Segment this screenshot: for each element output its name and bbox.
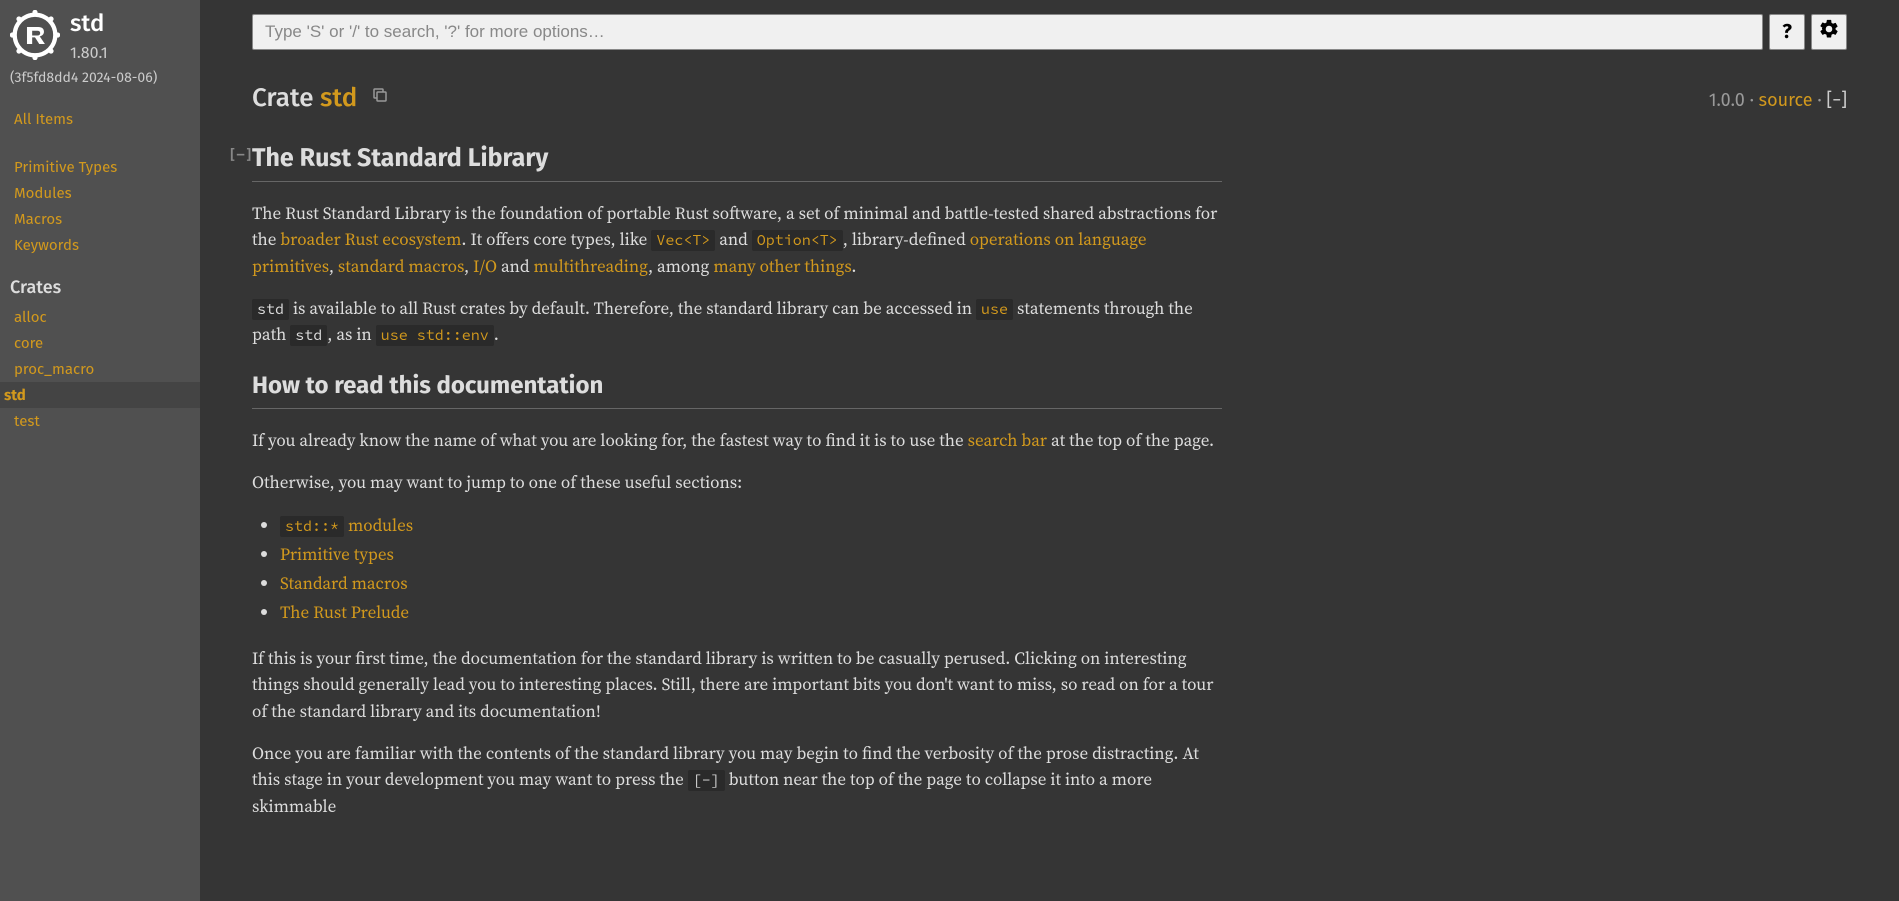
section-title-howto: How to read this documentation — [252, 372, 1222, 409]
link-rust-prelude[interactable]: The Rust Prelude — [280, 600, 409, 624]
page-title-keyword: Crate — [252, 82, 314, 113]
howto-paragraph-2: Otherwise, you may want to jump to one o… — [252, 469, 1222, 495]
link-std-macros[interactable]: Standard macros — [280, 571, 408, 595]
sidebar-crate-std[interactable]: std — [0, 382, 200, 408]
main-content: ? Crate std 1.0.0 · source · [−] — [200, 0, 1899, 901]
link-primitive-types[interactable]: Primitive types — [280, 542, 394, 566]
page-heading-row: Crate std 1.0.0 · source · [−] — [252, 82, 1847, 113]
code-std-path: std — [290, 325, 327, 346]
code-vec[interactable]: Vec<T> — [651, 230, 715, 251]
code-option[interactable]: Option<T> — [752, 230, 843, 251]
copy-path-icon[interactable] — [371, 86, 389, 109]
logo-block: std 1.80.1 — [10, 10, 190, 65]
link-io[interactable]: I/O — [473, 254, 497, 278]
code-std-star[interactable]: std::* — [280, 516, 344, 537]
list-item: The Rust Prelude — [280, 598, 1222, 627]
collapse-toggle[interactable]: [−] — [1826, 89, 1847, 111]
code-use[interactable]: use — [976, 299, 1013, 320]
howto-paragraph-3: If this is your first time, the document… — [252, 645, 1222, 724]
section-title-library: [−] The Rust Standard Library — [252, 143, 1222, 182]
list-item: Standard macros — [280, 569, 1222, 598]
link-broader-ecosystem[interactable]: broader Rust ecosystem — [280, 227, 461, 251]
rust-logo-icon — [10, 10, 60, 65]
sidebar-crate-alloc[interactable]: alloc — [10, 304, 190, 330]
sidebar-all-items[interactable]: All Items — [10, 104, 190, 134]
list-item: Primitive types — [280, 540, 1222, 569]
link-multithreading[interactable]: multithreading — [533, 254, 648, 278]
link-search-bar[interactable]: search bar — [968, 428, 1047, 452]
link-modules[interactable]: modules — [344, 513, 413, 537]
list-item: std::* modules — [280, 511, 1222, 540]
source-link[interactable]: source — [1759, 89, 1813, 111]
sidebar: std 1.80.1 (3f5fd8dd4 2024-08-06) All It… — [0, 0, 200, 901]
howto-paragraph-1: If you already know the name of what you… — [252, 427, 1222, 453]
search-input[interactable] — [252, 14, 1763, 50]
sidebar-nav-macros[interactable]: Macros — [10, 206, 190, 232]
sidebar-crate-proc-macro[interactable]: proc_macro — [10, 356, 190, 382]
settings-button[interactable] — [1811, 14, 1847, 50]
sidebar-nav-keywords[interactable]: Keywords — [10, 232, 190, 258]
page-title: Crate std — [252, 82, 357, 113]
intro-paragraph-2: std is available to all Rust crates by d… — [252, 295, 1222, 348]
since-version: 1.0.0 — [1709, 89, 1745, 111]
section-toggle-icon[interactable]: [−] — [228, 147, 253, 163]
sidebar-crate-test[interactable]: test — [10, 408, 190, 434]
code-use-std-env[interactable]: use std::env — [376, 325, 494, 346]
intro-paragraph-1: The Rust Standard Library is the foundat… — [252, 200, 1222, 279]
crate-hash: (3f5fd8dd4 2024-08-06) — [10, 69, 190, 86]
gear-icon — [1818, 18, 1840, 46]
doc-content: [−] The Rust Standard Library The Rust S… — [252, 143, 1222, 819]
howto-paragraph-4: Once you are familiar with the contents … — [252, 740, 1222, 819]
sidebar-crates-group: alloc core proc_macro std test — [10, 304, 190, 434]
link-standard-macros[interactable]: standard macros — [338, 254, 464, 278]
page-title-name[interactable]: std — [320, 82, 357, 113]
sidebar-crates-heading: Crates — [10, 276, 190, 298]
sidebar-nav-modules[interactable]: Modules — [10, 180, 190, 206]
help-button[interactable]: ? — [1769, 14, 1805, 50]
sidebar-nav-group: Primitive Types Modules Macros Keywords — [10, 154, 190, 258]
code-collapse: [-] — [688, 770, 725, 791]
code-std: std — [252, 299, 289, 320]
topbar: ? — [252, 14, 1847, 50]
sidebar-crate-core[interactable]: core — [10, 330, 190, 356]
sidebar-nav-primitive-types[interactable]: Primitive Types — [10, 154, 190, 180]
useful-sections-list: std::* modules Primitive types Standard … — [280, 511, 1222, 627]
crate-version: 1.80.1 — [70, 44, 108, 63]
crate-title[interactable]: std — [70, 10, 108, 38]
link-many-other[interactable]: many other things — [713, 254, 851, 278]
heading-meta: 1.0.0 · source · [−] — [1709, 89, 1847, 111]
